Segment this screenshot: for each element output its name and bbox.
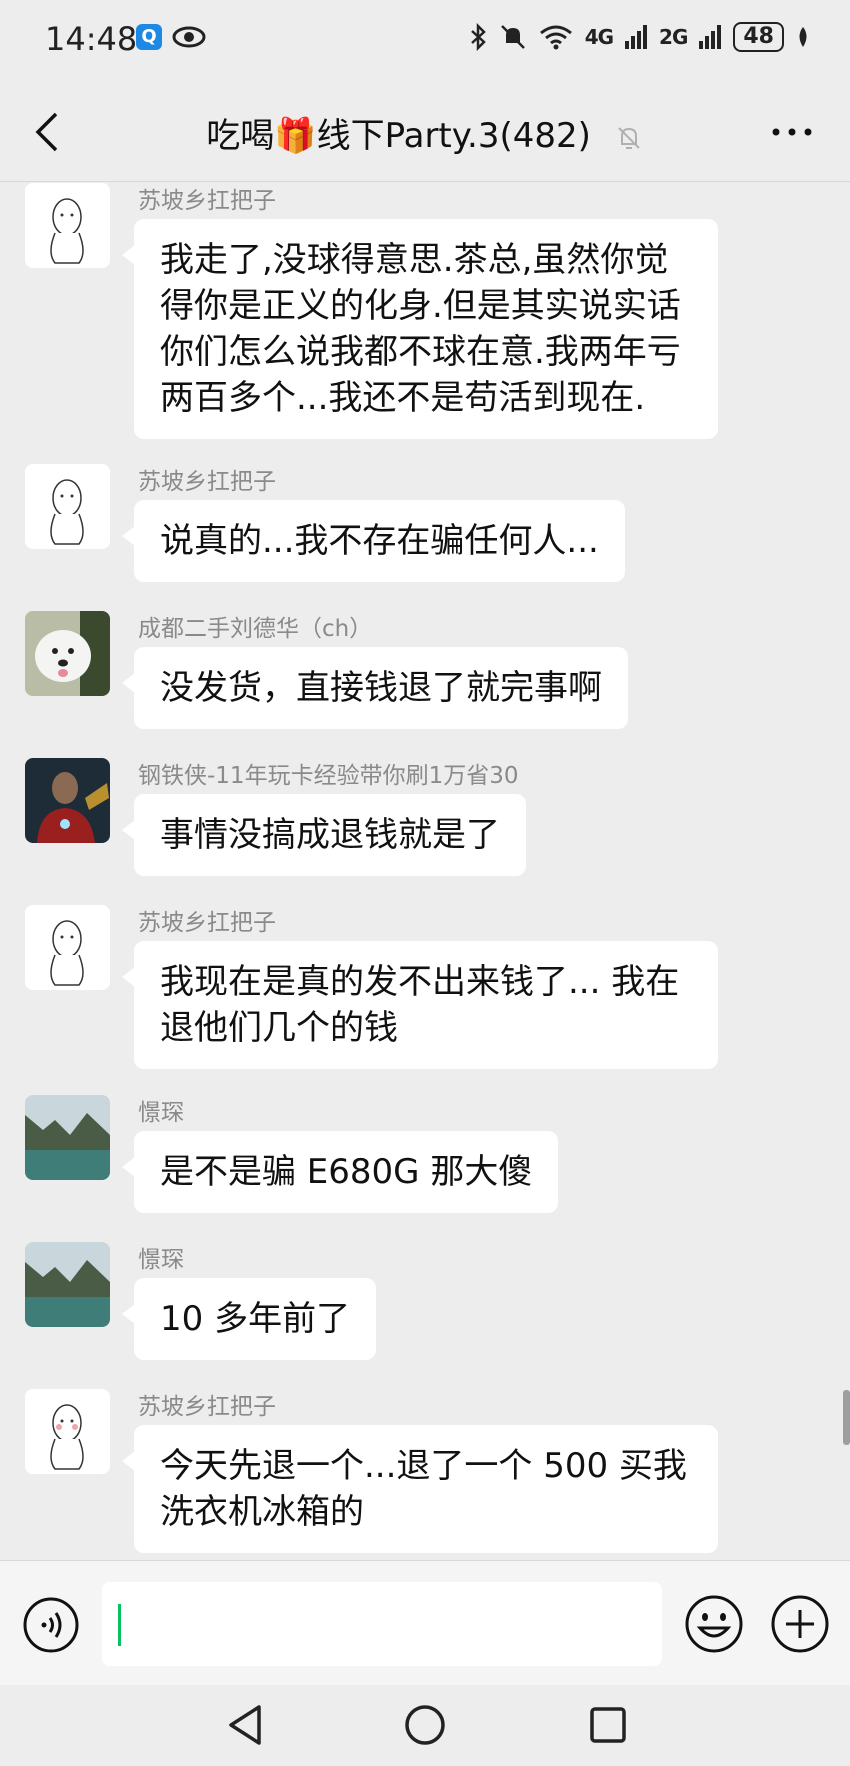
message-bubble[interactable]: 说真的...我不存在骗任何人... — [122, 500, 625, 582]
message-bubble[interactable]: 我走了,没球得意思.茶总,虽然你觉得你是正义的化身.但是其实说实话你们怎么说我都… — [122, 219, 718, 439]
message-bubble[interactable]: 我现在是真的发不出来钱了... 我在退他们几个的钱 — [122, 941, 718, 1069]
message-bubble[interactable]: 事情没搞成退钱就是了 — [122, 794, 526, 876]
nav-home-icon[interactable] — [403, 1703, 447, 1747]
message-bubble[interactable]: 没发货，直接钱退了就完事啊 — [122, 647, 628, 729]
signal-4g: 4G — [584, 25, 614, 49]
sender-name: 苏坡乡扛把子 — [138, 188, 276, 214]
chat-message-list[interactable]: 苏坡乡扛把子 我走了,没球得意思.茶总,虽然你觉得你是正义的化身.但是其实说实话… — [0, 183, 850, 1560]
eye-icon — [172, 26, 206, 48]
nav-recent-apps-icon[interactable] — [588, 1705, 628, 1745]
bluetooth-icon — [470, 23, 486, 51]
text-caret — [118, 1604, 121, 1646]
message-input-bar — [0, 1560, 850, 1685]
avatar-iron-man[interactable] — [25, 758, 110, 843]
mute-bell-icon — [500, 25, 525, 49]
wifi-icon — [539, 25, 572, 50]
message-input[interactable] — [102, 1582, 662, 1666]
avatar-cartoon[interactable] — [25, 464, 110, 549]
avatar-cartoon[interactable] — [25, 1389, 110, 1474]
battery-indicator: 48 — [733, 22, 784, 52]
sender-name: 苏坡乡扛把子 — [138, 469, 276, 495]
muted-bell-icon — [617, 126, 640, 149]
more-options-icon[interactable] — [770, 112, 814, 152]
system-navigation-bar — [0, 1685, 850, 1766]
status-bar: 14:48 Q 4G 2G 48 — [0, 0, 850, 82]
sender-name: 钢铁侠-11年玩卡经验带你刷1万省30 — [138, 763, 519, 789]
signal-bars-icon — [699, 25, 722, 49]
sender-name: 苏坡乡扛把子 — [138, 1394, 276, 1420]
search-app-icon: Q — [136, 24, 162, 50]
sender-name: 苏坡乡扛把子 — [138, 910, 276, 936]
avatar-landscape[interactable] — [25, 1242, 110, 1327]
page-title[interactable]: 吃喝🎁线下Party.3(482) — [206, 116, 591, 156]
signal-bars-icon — [625, 25, 648, 49]
avatar-cartoon[interactable] — [25, 183, 110, 268]
leaf-icon — [799, 27, 807, 47]
add-more-icon[interactable] — [770, 1594, 830, 1654]
chat-header: 吃喝🎁线下Party.3(482) — [0, 82, 850, 182]
signal-2g: 2G — [659, 25, 688, 49]
sender-name: 成都二手刘德华（ch） — [138, 616, 373, 642]
sender-name: 憬琛 — [138, 1247, 184, 1273]
nav-back-icon[interactable] — [225, 1703, 265, 1747]
status-time: 14:48 — [45, 20, 138, 58]
emoji-icon[interactable] — [684, 1594, 744, 1654]
avatar-cartoon[interactable] — [25, 905, 110, 990]
message-bubble[interactable]: 今天先退一个...退了一个 500 买我洗衣机冰箱的 — [122, 1425, 718, 1553]
sender-name: 憬琛 — [138, 1100, 184, 1126]
scrollbar-thumb[interactable] — [843, 1390, 850, 1445]
avatar-landscape[interactable] — [25, 1095, 110, 1180]
message-bubble[interactable]: 10 多年前了 — [121, 1278, 377, 1360]
message-bubble[interactable]: 是不是骗 E680G 那大傻 — [121, 1131, 559, 1213]
avatar-dog[interactable] — [25, 611, 110, 696]
voice-input-icon[interactable] — [22, 1596, 80, 1654]
